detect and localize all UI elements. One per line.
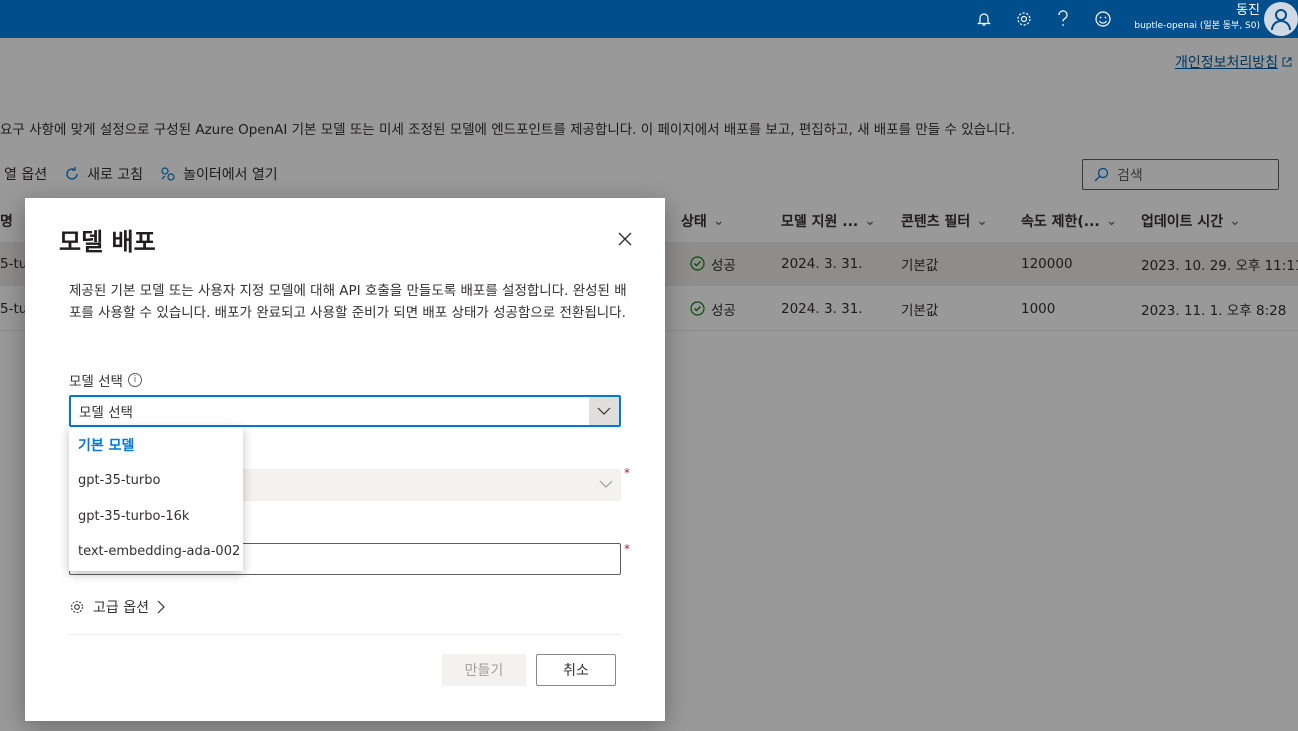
- model-select-dropdown[interactable]: 모델 선택: [69, 395, 621, 427]
- dropdown-option-text-embedding-ada-002[interactable]: text-embedding-ada-002: [78, 544, 240, 559]
- model-select-label-text: 모델 선택: [69, 374, 123, 390]
- dropdown-option-gpt-35-turbo[interactable]: gpt-35-turbo: [78, 473, 160, 488]
- model-select-value: 모델 선택: [79, 405, 133, 421]
- chevron-down-icon: [599, 477, 613, 492]
- close-icon[interactable]: [615, 229, 635, 249]
- dropdown-option-gpt-35-turbo-16k[interactable]: gpt-35-turbo-16k: [78, 509, 189, 524]
- help-icon[interactable]: [1051, 7, 1075, 31]
- create-button[interactable]: 만들기: [442, 654, 526, 686]
- model-dropdown-list: 기본 모델 gpt-35-turbo gpt-35-turbo-16k text…: [69, 427, 243, 571]
- dialog-title: 모델 배포: [59, 228, 156, 256]
- required-mark: *: [624, 466, 630, 480]
- user-name: 동진: [1236, 3, 1260, 18]
- chevron-right-icon: [157, 600, 165, 614]
- divider: [69, 634, 621, 635]
- user-directory: buptle-openai (일본 동부, S0): [1134, 21, 1260, 31]
- top-bar: 동진 buptle-openai (일본 동부, S0): [0, 0, 1298, 38]
- info-icon[interactable]: i: [127, 373, 142, 387]
- chevron-down-icon[interactable]: [589, 397, 619, 425]
- dropdown-group-header: 기본 모델: [78, 438, 135, 454]
- notification-bell-icon[interactable]: [972, 7, 996, 31]
- advanced-options-toggle[interactable]: 고급 옵션: [69, 597, 165, 617]
- advanced-options-label: 고급 옵션: [93, 600, 149, 616]
- user-account-info[interactable]: 동진 buptle-openai (일본 동부, S0): [1134, 2, 1260, 33]
- deploy-model-dialog: 모델 배포 제공된 기본 모델 또는 사용자 지정 모델에 대해 API 호출을…: [25, 198, 665, 721]
- cancel-button[interactable]: 취소: [536, 654, 616, 686]
- dialog-description: 제공된 기본 모델 또는 사용자 지정 모델에 대해 API 호출을 만들도록 …: [69, 283, 627, 321]
- avatar[interactable]: [1264, 2, 1298, 36]
- required-mark: *: [624, 542, 630, 556]
- settings-gear-icon[interactable]: [1012, 7, 1036, 31]
- feedback-smiley-icon[interactable]: [1091, 7, 1115, 31]
- gear-icon: [70, 600, 84, 614]
- model-select-label: 모델 선택 i: [69, 370, 142, 390]
